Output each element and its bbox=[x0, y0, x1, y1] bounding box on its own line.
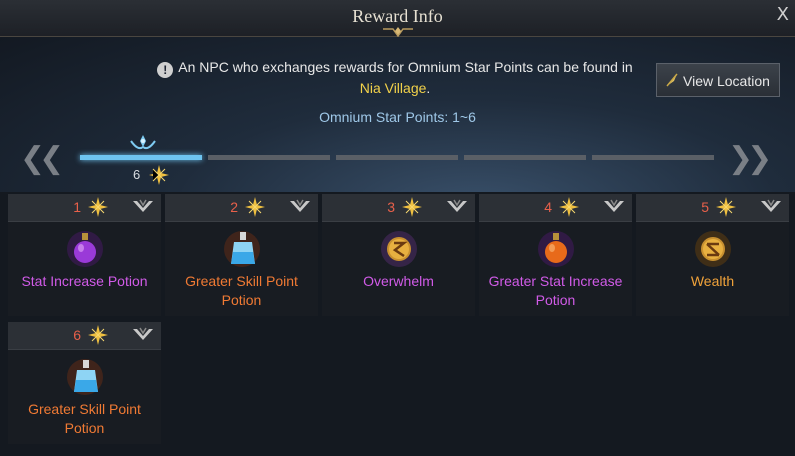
reward-name: Stat Increase Potion bbox=[21, 273, 148, 289]
reward-points: 2 bbox=[230, 199, 238, 215]
reward-card-body: Greater Skill Point Potion bbox=[8, 350, 161, 444]
reward-points: 6 bbox=[73, 327, 81, 343]
reward-name: Overwhelm bbox=[363, 273, 434, 289]
rune-icon bbox=[381, 231, 417, 267]
progress-marker-icon bbox=[130, 135, 156, 150]
star-point-icon bbox=[149, 165, 169, 185]
progress-segment bbox=[80, 155, 202, 160]
blue-potion-icon bbox=[224, 231, 260, 267]
progress-segment bbox=[464, 155, 586, 160]
star-point-icon bbox=[559, 197, 579, 217]
points-range-label: Omnium Star Points: 1~6 bbox=[319, 109, 476, 125]
view-location-label: View Location bbox=[683, 73, 770, 89]
notice-period: . bbox=[426, 80, 431, 96]
reward-name: Wealth bbox=[690, 273, 735, 289]
reward-points: 1 bbox=[73, 199, 81, 215]
star-point-icon bbox=[88, 197, 108, 217]
reward-card-body: Overwhelm bbox=[322, 222, 475, 316]
reward-points: 3 bbox=[387, 199, 395, 215]
purple-potion-icon bbox=[67, 231, 103, 267]
pin-icon bbox=[666, 73, 678, 87]
star-point-icon bbox=[245, 197, 265, 217]
reward-card-body: Greater Stat Increase Potion bbox=[479, 222, 632, 316]
star-point-icon bbox=[716, 197, 736, 217]
reward-name: Greater Stat Increase Potion bbox=[488, 273, 623, 308]
chevron-down-icon[interactable] bbox=[602, 197, 626, 217]
reward-card-header: 6 bbox=[8, 322, 161, 350]
reward-card-header: 5 bbox=[636, 194, 789, 222]
progress-segment bbox=[208, 155, 330, 160]
info-icon: ! bbox=[157, 62, 174, 78]
village-name: Nia Village bbox=[359, 80, 427, 96]
blue-potion-icon bbox=[67, 359, 103, 395]
current-points: 6 bbox=[133, 167, 141, 182]
reward-card-body: Greater Skill Point Potion bbox=[165, 222, 318, 316]
reward-card-header: 2 bbox=[165, 194, 318, 222]
reward-points: 4 bbox=[544, 199, 552, 215]
reward-card-header: 3 bbox=[322, 194, 475, 222]
reward-card-body: Stat Increase Potion bbox=[8, 222, 161, 316]
close-button[interactable]: X bbox=[777, 4, 789, 25]
reward-card-header: 1 bbox=[8, 194, 161, 222]
star-point-icon bbox=[88, 325, 108, 345]
progress-segment bbox=[592, 155, 714, 160]
notice-text: ! An NPC who exchanges rewards for Omnium… bbox=[130, 57, 660, 99]
star-point-icon bbox=[402, 197, 422, 217]
reward-name: Greater Skill Point Potion bbox=[28, 401, 141, 436]
orange-potion-icon bbox=[538, 231, 574, 267]
progress-segment bbox=[336, 155, 458, 160]
chevron-down-icon[interactable] bbox=[131, 197, 155, 217]
reward-points: 5 bbox=[701, 199, 709, 215]
chevron-down-icon[interactable] bbox=[288, 197, 312, 217]
title-bar: Reward Info X bbox=[0, 0, 795, 38]
reward-card-header: 4 bbox=[479, 194, 632, 222]
rune-icon bbox=[695, 231, 731, 267]
view-location-button[interactable]: View Location bbox=[656, 63, 780, 97]
last-arrow-icon[interactable]: ❯❯ bbox=[728, 141, 772, 176]
info-banner: ! An NPC who exchanges rewards for Omnium… bbox=[0, 37, 795, 192]
notice-message: An NPC who exchanges rewards for Omnium … bbox=[178, 59, 633, 75]
chevron-down-icon[interactable] bbox=[445, 197, 469, 217]
first-arrow-icon[interactable]: ❮❮ bbox=[20, 141, 64, 176]
chevron-down-icon[interactable] bbox=[759, 197, 783, 217]
window-title: Reward Info bbox=[352, 6, 443, 26]
reward-name: Greater Skill Point Potion bbox=[185, 273, 298, 308]
reward-card-body: Wealth bbox=[636, 222, 789, 316]
chevron-down-icon[interactable] bbox=[131, 325, 155, 345]
